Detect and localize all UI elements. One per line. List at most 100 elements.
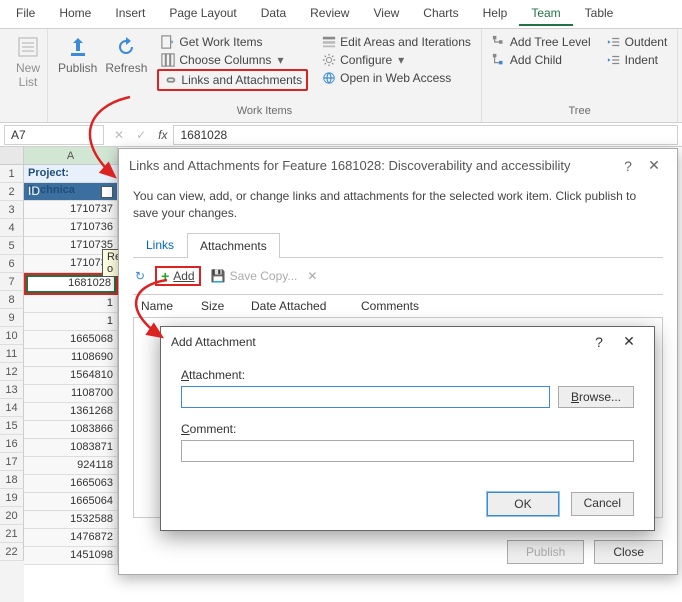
id-cell[interactable]: 1108700: [24, 385, 118, 403]
menu-review[interactable]: Review: [298, 2, 361, 26]
tab-attachments[interactable]: Attachments: [187, 233, 280, 258]
comment-input[interactable]: [181, 440, 634, 462]
ribbon-group-work-items: Work Items: [54, 102, 475, 120]
col-size[interactable]: Size: [193, 295, 243, 317]
add-child-button[interactable]: Add Child: [488, 51, 595, 69]
row-header[interactable]: 13: [0, 381, 24, 399]
menu-help[interactable]: Help: [471, 2, 520, 26]
ok-button[interactable]: OK: [487, 492, 558, 516]
outdent-button[interactable]: Outdent: [603, 33, 672, 51]
id-cell[interactable]: 1: [24, 313, 118, 331]
col-name[interactable]: Name: [133, 295, 193, 317]
id-cell[interactable]: 1361268: [24, 403, 118, 421]
fx-icon[interactable]: fx: [152, 128, 173, 142]
row-header[interactable]: 5: [0, 237, 24, 255]
row-header[interactable]: 4: [0, 219, 24, 237]
row-header[interactable]: 19: [0, 489, 24, 507]
menu-table[interactable]: Table: [573, 2, 626, 26]
id-cell[interactable]: 1451098: [24, 547, 118, 565]
menu-home[interactable]: Home: [47, 2, 103, 26]
indent-button[interactable]: Indent: [603, 51, 672, 69]
menu-team[interactable]: Team: [519, 2, 572, 26]
col-date[interactable]: Date Attached: [243, 295, 353, 317]
id-cell[interactable]: 1665063: [24, 475, 118, 493]
dialog-title: Links and Attachments for Feature 168102…: [129, 158, 615, 173]
row-header[interactable]: 22: [0, 543, 24, 561]
row-header[interactable]: 3: [0, 201, 24, 219]
add-attachment-button[interactable]: + Add: [155, 266, 201, 286]
add-dialog-close[interactable]: ✕: [614, 333, 644, 350]
id-cell[interactable]: 1083871: [24, 439, 118, 457]
new-list-button[interactable]: New List: [6, 33, 50, 91]
add-dialog-help[interactable]: ?: [584, 334, 614, 350]
id-cell[interactable]: 1665064: [24, 493, 118, 511]
link-icon: [163, 73, 177, 87]
row-header[interactable]: 6: [0, 255, 24, 273]
column-header-a[interactable]: A: [24, 147, 118, 165]
row-header[interactable]: 1: [0, 165, 24, 183]
id-cell[interactable]: 1665068: [24, 331, 118, 349]
row-header[interactable]: 20: [0, 507, 24, 525]
row-header[interactable]: 2: [0, 183, 24, 201]
row-header[interactable]: 17: [0, 453, 24, 471]
col-comments[interactable]: Comments: [353, 295, 663, 317]
name-box[interactable]: A7: [4, 125, 104, 145]
open-web-button[interactable]: Open in Web Access: [318, 69, 475, 87]
id-cell[interactable]: 1532588: [24, 511, 118, 529]
tab-links[interactable]: Links: [133, 232, 187, 257]
id-cell[interactable]: 924118: [24, 457, 118, 475]
delete-button[interactable]: ✕: [307, 269, 317, 283]
row-header[interactable]: 7: [0, 273, 24, 291]
add-child-label: Add Child: [510, 53, 562, 67]
id-cell[interactable]: 1710737: [24, 201, 118, 219]
id-cell[interactable]: 1710736: [24, 219, 118, 237]
id-cell[interactable]: 1: [24, 295, 118, 313]
get-work-items-button[interactable]: Get Work Items: [157, 33, 308, 51]
id-cell[interactable]: 1476872: [24, 529, 118, 547]
configure-button[interactable]: Configure ▾: [318, 51, 475, 69]
publish-button[interactable]: Publish: [54, 33, 101, 91]
menu-charts[interactable]: Charts: [411, 2, 470, 26]
select-all-corner[interactable]: [0, 147, 24, 165]
id-cell-selected[interactable]: 1681028: [26, 275, 116, 293]
close-button-dialog[interactable]: Close: [594, 540, 663, 564]
menu-view[interactable]: View: [361, 2, 411, 26]
add-tree-level-button[interactable]: Add Tree Level: [488, 33, 595, 51]
row-header[interactable]: 18: [0, 471, 24, 489]
accept-formula-icon[interactable]: ✓: [130, 128, 152, 142]
filter-icon[interactable]: ▾: [101, 186, 113, 198]
attachment-input[interactable]: [181, 386, 550, 408]
row-header[interactable]: 9: [0, 309, 24, 327]
publish-button-dialog[interactable]: Publish: [507, 540, 584, 564]
id-cell[interactable]: 1083866: [24, 421, 118, 439]
id-cell[interactable]: 1564810: [24, 367, 118, 385]
refresh-button[interactable]: Refresh: [101, 33, 151, 91]
choose-columns-button[interactable]: Choose Columns ▾: [157, 51, 308, 69]
reload-button[interactable]: ↻: [135, 269, 145, 283]
row-header[interactable]: 15: [0, 417, 24, 435]
row-header[interactable]: 21: [0, 525, 24, 543]
row-header[interactable]: 12: [0, 363, 24, 381]
browse-button[interactable]: Browse...: [558, 386, 634, 408]
row-header[interactable]: 11: [0, 345, 24, 363]
save-copy-button[interactable]: 💾 Save Copy...: [211, 269, 298, 283]
menu-page-layout[interactable]: Page Layout: [157, 2, 248, 26]
id-cell[interactable]: 1108690: [24, 349, 118, 367]
chevron-down-icon: ▾: [277, 53, 283, 67]
row-header[interactable]: 16: [0, 435, 24, 453]
project-cell[interactable]: Project: Technica: [24, 165, 118, 183]
areas-icon: [322, 35, 336, 49]
edit-areas-button[interactable]: Edit Areas and Iterations: [318, 33, 475, 51]
menu-data[interactable]: Data: [249, 2, 298, 26]
row-header[interactable]: 10: [0, 327, 24, 345]
row-header[interactable]: 14: [0, 399, 24, 417]
help-button[interactable]: ?: [615, 158, 641, 174]
close-button[interactable]: ✕: [641, 157, 667, 174]
cancel-button[interactable]: Cancel: [571, 492, 634, 516]
cancel-formula-icon[interactable]: ✕: [108, 128, 130, 142]
row-header[interactable]: 8: [0, 291, 24, 309]
links-attachments-button[interactable]: Links and Attachments: [157, 69, 308, 91]
menu-insert[interactable]: Insert: [103, 2, 157, 26]
formula-input[interactable]: 1681028: [173, 125, 678, 145]
menu-file[interactable]: File: [4, 2, 47, 26]
